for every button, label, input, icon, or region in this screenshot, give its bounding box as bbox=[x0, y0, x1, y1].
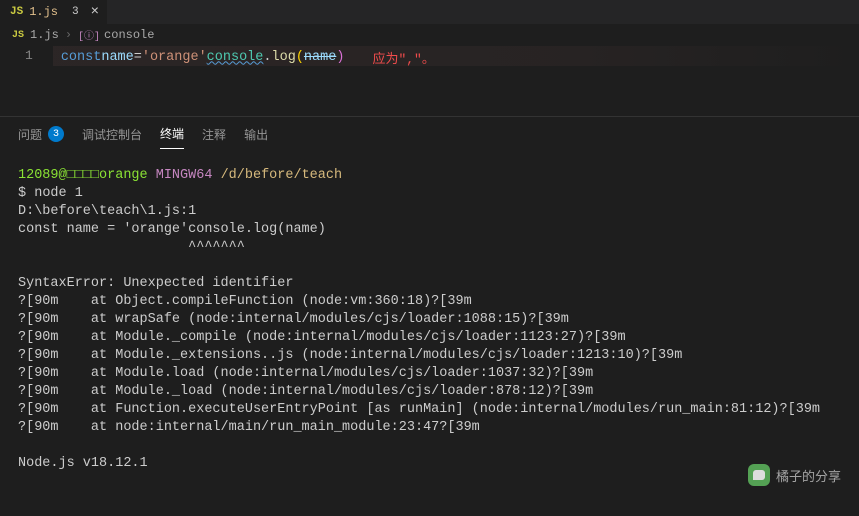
tab-problems-label: 问题 bbox=[18, 126, 42, 143]
terminal-output-line: Node.js v18.12.1 bbox=[18, 456, 148, 471]
js-file-icon: JS bbox=[10, 6, 23, 18]
tab-filename: 1.js bbox=[29, 5, 58, 19]
editor-area[interactable]: 1 const name = 'orange'console.log(name)… bbox=[0, 46, 859, 116]
terminal-command: node 1 bbox=[34, 186, 83, 201]
token-variable: name bbox=[101, 50, 133, 65]
token-parameter: name bbox=[304, 50, 336, 65]
tab-problems[interactable]: 问题 3 bbox=[18, 126, 64, 149]
wechat-icon bbox=[748, 464, 770, 486]
js-file-icon: JS bbox=[12, 30, 24, 41]
terminal-content[interactable]: 12089@□□□□orange MINGW64 /d/before/teach… bbox=[0, 151, 859, 489]
close-icon[interactable]: × bbox=[91, 4, 99, 20]
terminal-output-line: SyntaxError: Unexpected identifier bbox=[18, 276, 293, 291]
terminal-output-line: const name = 'orange'console.log(name) bbox=[18, 222, 326, 237]
terminal-output-line: ?[90m at Module._load (node:internal/mod… bbox=[18, 384, 593, 399]
breadcrumb-file: 1.js bbox=[30, 28, 59, 42]
inline-error-hint: 应为","。 bbox=[372, 48, 434, 67]
chevron-right-icon: › bbox=[65, 28, 72, 42]
terminal-prompt-symbol: $ bbox=[18, 186, 26, 201]
terminal-output-line: ?[90m at node:internal/main/run_main_mod… bbox=[18, 420, 480, 435]
tab-bar: JS 1.js 3 × bbox=[0, 0, 859, 24]
breadcrumb-symbol-label: console bbox=[104, 28, 154, 42]
line-number-gutter: 1 bbox=[0, 46, 53, 116]
tab-dirty-count: 3 bbox=[72, 6, 79, 18]
tab-terminal[interactable]: 终端 bbox=[160, 125, 184, 149]
code-line[interactable]: const name = 'orange'console.log(name) 应… bbox=[53, 46, 859, 66]
line-number: 1 bbox=[25, 48, 33, 63]
terminal-user: 12089@□□□□orange bbox=[18, 168, 148, 183]
watermark: 橘子的分享 bbox=[748, 464, 841, 486]
breadcrumb[interactable]: JS 1.js › [ⓘ] console bbox=[0, 24, 859, 46]
symbol-method-icon: [ⓘ] bbox=[78, 27, 100, 43]
token-operator: = bbox=[134, 50, 142, 65]
token-string: 'orange' bbox=[142, 50, 207, 65]
terminal-output-line: D:\before\teach\1.js:1 bbox=[18, 204, 196, 219]
terminal-output-line: ?[90m at Module.load (node:internal/modu… bbox=[18, 366, 593, 381]
terminal-output-line: ?[90m at Module._compile (node:internal/… bbox=[18, 330, 626, 345]
terminal-cwd: /d/before/teach bbox=[221, 168, 343, 183]
terminal-output-line: ?[90m at Module._extensions..js (node:in… bbox=[18, 348, 682, 363]
token-object: console bbox=[207, 50, 264, 65]
token-paren: ) bbox=[336, 50, 344, 65]
breadcrumb-symbol[interactable]: [ⓘ] console bbox=[78, 27, 154, 43]
tab-output[interactable]: 输出 bbox=[244, 126, 268, 149]
token-keyword: const bbox=[61, 50, 102, 65]
terminal-shell: MINGW64 bbox=[156, 168, 213, 183]
watermark-text: 橘子的分享 bbox=[776, 466, 841, 485]
token-function: log bbox=[272, 50, 296, 65]
tab-debug-console[interactable]: 调试控制台 bbox=[82, 126, 142, 149]
token-paren: ( bbox=[296, 50, 304, 65]
problems-badge: 3 bbox=[48, 126, 64, 142]
editor-tab[interactable]: JS 1.js 3 × bbox=[0, 0, 107, 24]
terminal-output-line: ?[90m at Object.compileFunction (node:vm… bbox=[18, 294, 472, 309]
terminal-output-line: ^^^^^^^ bbox=[18, 240, 245, 255]
tab-comments[interactable]: 注释 bbox=[202, 126, 226, 149]
terminal-output-line: ?[90m at wrapSafe (node:internal/modules… bbox=[18, 312, 569, 327]
terminal-output-line: ?[90m at Function.executeUserEntryPoint … bbox=[18, 402, 820, 417]
panel-tab-bar: 问题 3 调试控制台 终端 注释 输出 bbox=[0, 117, 859, 151]
bottom-panel: 问题 3 调试控制台 终端 注释 输出 12089@□□□□orange MIN… bbox=[0, 116, 859, 489]
